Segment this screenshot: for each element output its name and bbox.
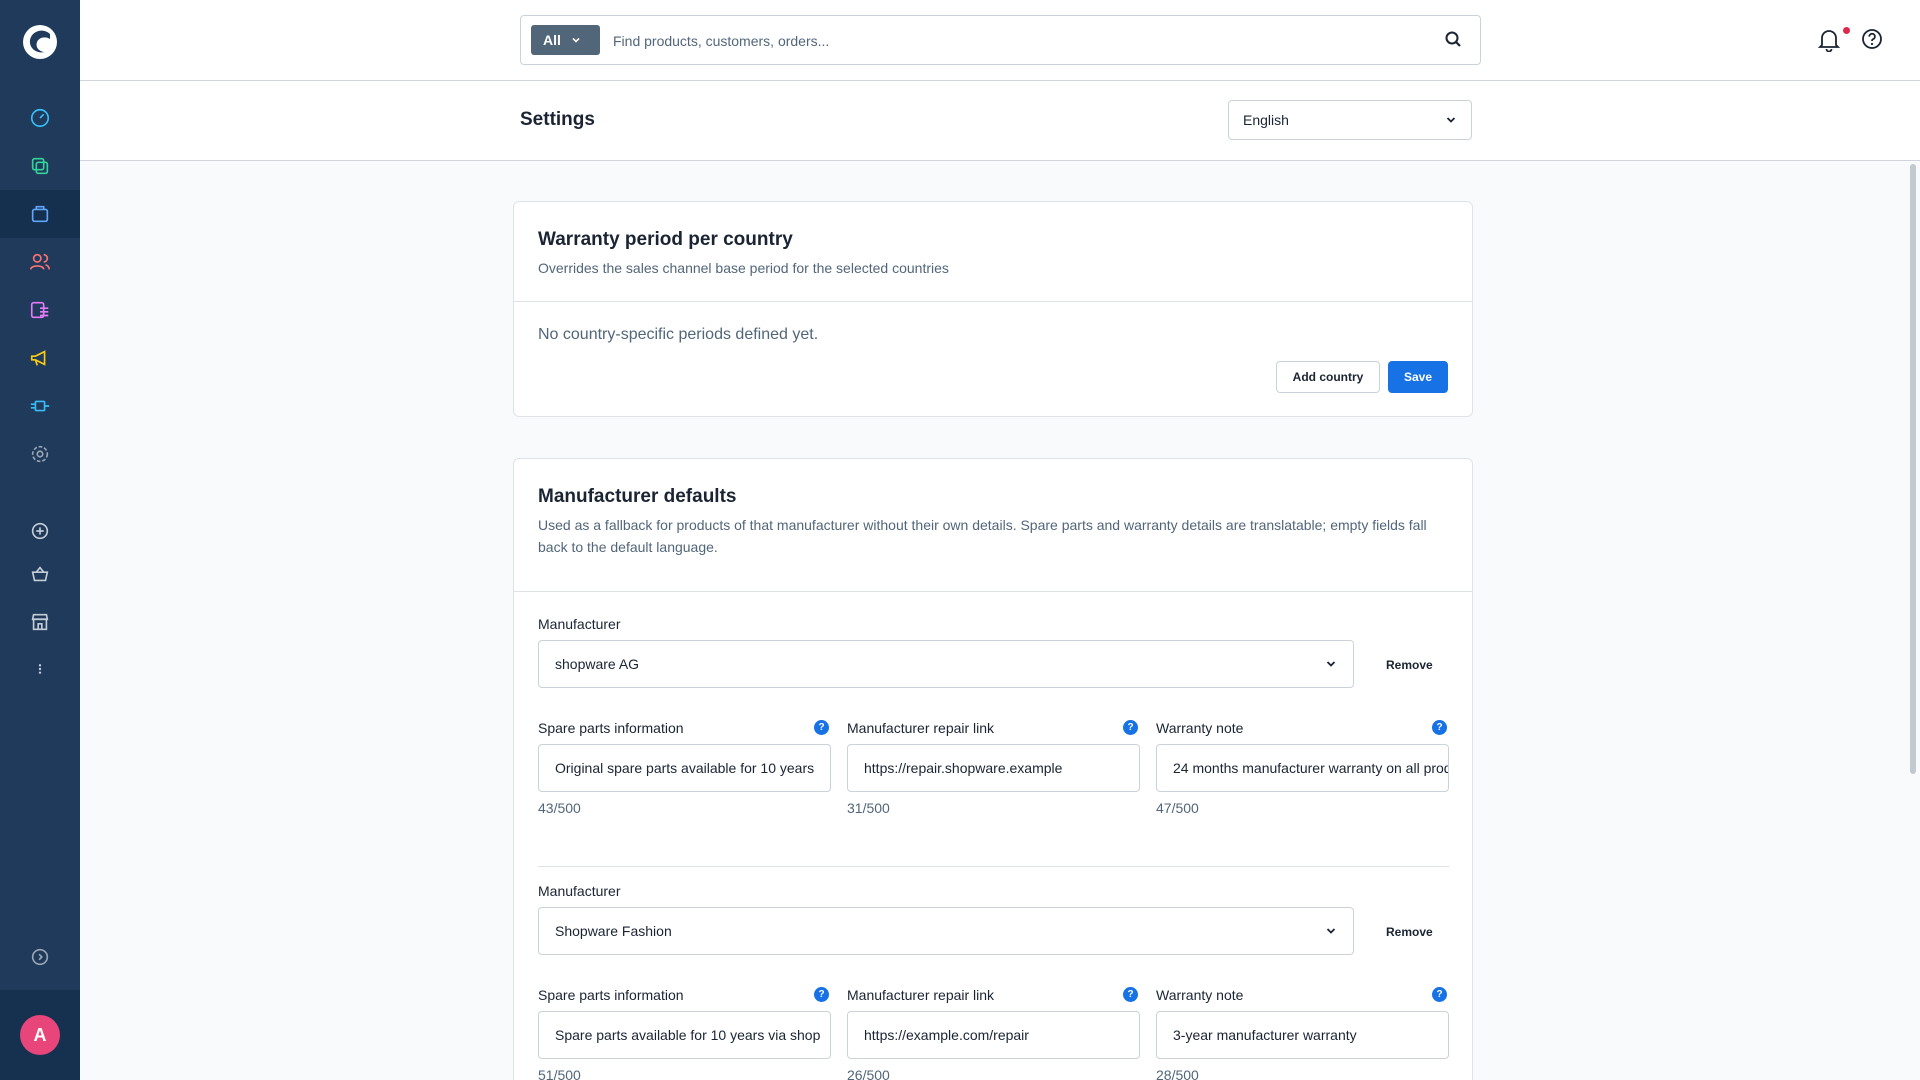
repair-link-label: Manufacturer repair link (847, 720, 995, 736)
card-title: Warranty period per country (538, 229, 793, 250)
manufacturer-label: Manufacturer (538, 883, 621, 899)
char-counter: 43/500 (538, 800, 581, 816)
chevron-down-icon (1326, 928, 1336, 934)
card-title: Manufacturer defaults (538, 486, 737, 507)
char-counter: 31/500 (847, 800, 890, 816)
page-scrollbar[interactable] (1906, 162, 1920, 1080)
sidebar: A (0, 0, 80, 1080)
content-icon (30, 301, 49, 319)
card-header: Manufacturer defaults Used as a fallback… (514, 459, 1472, 592)
search-input[interactable] (613, 26, 1413, 56)
empty-state-text: No country-specific periods defined yet. (538, 326, 819, 343)
search-icon[interactable] (1444, 30, 1464, 50)
sidebar-item-dashboard[interactable] (0, 94, 80, 142)
spare-parts-label: Spare parts information (538, 720, 684, 736)
settings-icon (31, 445, 49, 463)
language-select-value: English (1243, 112, 1289, 128)
chevron-down-icon (572, 37, 580, 43)
manufacturer-select[interactable]: Shopware Fashion (538, 907, 1354, 955)
card-subtitle: Overrides the sales channel base period … (538, 260, 949, 276)
top-bar: All (80, 0, 1920, 81)
catalog-icon (31, 157, 49, 175)
help-tooltip-icon[interactable]: ? (814, 987, 829, 1002)
shopware-logo-icon[interactable] (20, 22, 60, 62)
sidebar-item-add[interactable] (0, 507, 80, 555)
repair-link-input[interactable]: https://example.com/repair (847, 1011, 1140, 1059)
orders-icon (31, 205, 49, 223)
more-icon (38, 664, 42, 674)
sidebar-item-store[interactable] (0, 598, 80, 646)
help-tooltip-icon[interactable]: ? (1432, 987, 1447, 1002)
spare-parts-input[interactable]: Original spare parts available for 10 ye… (538, 744, 831, 792)
marketing-icon (30, 350, 46, 366)
warranty-period-card: Warranty period per country Overrides th… (513, 201, 1473, 417)
basket-icon (31, 566, 49, 582)
bell-icon[interactable] (1818, 28, 1840, 52)
global-search: All (520, 15, 1481, 65)
dashboard-icon (30, 108, 50, 128)
sidebar-item-more[interactable] (0, 645, 80, 693)
help-tooltip-icon[interactable]: ? (1432, 720, 1447, 735)
sidebar-item-marketing[interactable] (0, 334, 80, 382)
scrollbar-thumb[interactable] (1910, 164, 1916, 774)
sidebar-item-content[interactable] (0, 286, 80, 334)
sidebar-item-catalog[interactable] (0, 142, 80, 190)
char-counter: 51/500 (538, 1067, 581, 1080)
warranty-note-label: Warranty note (1156, 987, 1244, 1003)
sidebar-item-settings[interactable] (0, 430, 80, 478)
repair-link-label: Manufacturer repair link (847, 987, 995, 1003)
sidebar-item-orders[interactable] (0, 190, 80, 238)
repair-link-input[interactable]: https://repair.shopware.example (847, 744, 1140, 792)
spare-parts-input[interactable]: Spare parts available for 10 years via s… (538, 1011, 831, 1059)
char-counter: 47/500 (1156, 800, 1199, 816)
manufacturer-label: Manufacturer (538, 616, 621, 632)
page-title: Settings (520, 109, 595, 130)
sidebar-item-extensions[interactable] (0, 382, 80, 430)
help-tooltip-icon[interactable]: ? (814, 720, 829, 735)
spare-parts-label: Spare parts information (538, 987, 684, 1003)
search-type-dropdown[interactable]: All (531, 25, 600, 55)
manufacturer-defaults-card: Manufacturer defaults Used as a fallback… (513, 458, 1473, 1080)
language-select[interactable]: English (1228, 100, 1472, 140)
manufacturer-select[interactable]: shopware AG (538, 640, 1354, 688)
manufacturer-select-value: Shopware Fashion (555, 923, 672, 939)
expand-icon (31, 948, 49, 966)
card-header: Warranty period per country Overrides th… (514, 202, 1472, 302)
sidebar-item-customers[interactable] (0, 238, 80, 286)
avatar[interactable]: A (20, 1015, 60, 1055)
page-header: Settings English (80, 81, 1920, 161)
add-country-button[interactable]: Add country (1276, 361, 1380, 393)
chevron-down-icon (1446, 117, 1456, 123)
remove-button[interactable]: Remove (1386, 658, 1433, 672)
remove-button[interactable]: Remove (1386, 925, 1433, 939)
add-icon (31, 522, 49, 540)
extensions-icon (30, 400, 50, 412)
char-counter: 28/500 (1156, 1067, 1199, 1080)
sidebar-item-basket[interactable] (0, 550, 80, 598)
save-button[interactable]: Save (1388, 361, 1448, 393)
warranty-note-label: Warranty note (1156, 720, 1244, 736)
search-type-label: All (543, 32, 561, 48)
card-subtitle: Used as a fallback for products of that … (538, 517, 1427, 555)
entry-divider (538, 866, 1449, 867)
manufacturer-select-value: shopware AG (555, 656, 640, 672)
store-icon (31, 613, 49, 631)
customers-icon (30, 253, 50, 270)
char-counter: 26/500 (847, 1067, 890, 1080)
warranty-note-input[interactable]: 3-year manufacturer warranty (1156, 1011, 1449, 1059)
sidebar-expand-button[interactable] (0, 933, 80, 981)
chevron-down-icon (1326, 661, 1336, 667)
help-icon[interactable] (1861, 28, 1883, 50)
warranty-note-input[interactable]: 24 months manufacturer warranty on all p… (1156, 744, 1449, 792)
notification-badge (1843, 27, 1850, 34)
help-tooltip-icon[interactable]: ? (1123, 987, 1138, 1002)
help-tooltip-icon[interactable]: ? (1123, 720, 1138, 735)
